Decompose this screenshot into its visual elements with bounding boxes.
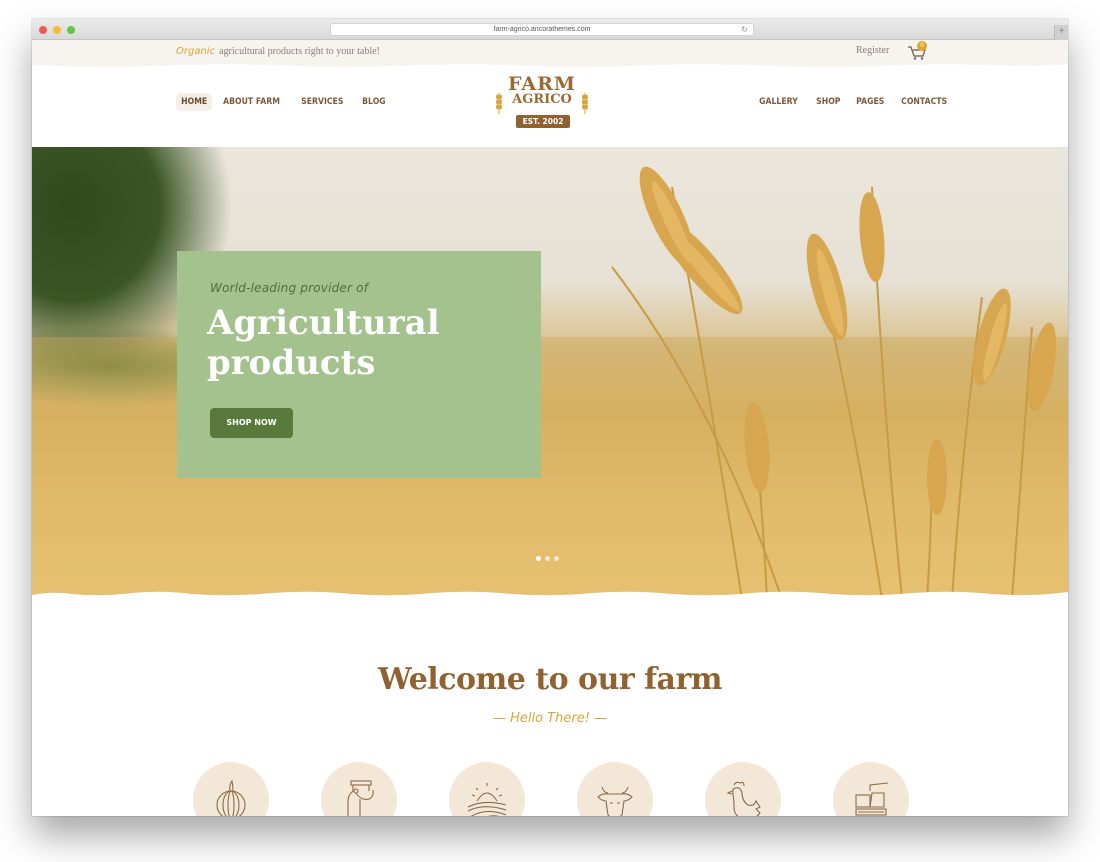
close-window-button[interactable] [39, 26, 47, 34]
zoom-window-button[interactable] [67, 26, 75, 34]
nav-home[interactable]: HOME [176, 93, 213, 111]
feature-icons-row [193, 762, 909, 816]
nav-about-farm[interactable]: ABOUT FARM [218, 93, 285, 111]
feature-machinery[interactable] [833, 762, 909, 816]
torn-edge-decoration [32, 591, 1068, 599]
nav-gallery[interactable]: GALLERY [754, 93, 803, 111]
tagline-highlight: Organic [176, 46, 216, 57]
register-link[interactable]: Register [856, 45, 889, 56]
nav-services[interactable]: SERVICES [296, 93, 349, 111]
address-bar[interactable]: farm-agrico.ancorathemes.com ↻ [330, 23, 754, 36]
new-tab-button[interactable]: + [1054, 25, 1068, 40]
shop-now-button[interactable]: SHOP NOW [210, 408, 293, 438]
reload-icon[interactable]: ↻ [741, 24, 748, 36]
torn-edge-decoration [32, 62, 1068, 67]
screen: farm-agrico.ancorathemes.com ↻ + Organic… [0, 0, 1100, 862]
cart-count-badge: 0 [917, 41, 927, 51]
logo-established-badge: EST. 2002 [516, 115, 570, 128]
hero-card: World-leading provider of Agricultural p… [177, 251, 541, 478]
feature-field[interactable] [449, 762, 525, 816]
hero-title-line-2: products [207, 343, 376, 383]
nav-contacts[interactable]: CONTACTS [896, 93, 952, 111]
harvester-icon [855, 782, 889, 816]
feature-pumpkin[interactable] [193, 762, 269, 816]
welcome-subtitle: — Hello There! — [492, 711, 608, 726]
window-controls [39, 26, 75, 34]
slide-dot-1[interactable] [536, 556, 541, 561]
feature-milk[interactable] [321, 762, 397, 816]
tagline-text: agricultural products right to your tabl… [219, 46, 380, 57]
slide-dot-3[interactable] [554, 556, 559, 561]
wheat-icon [496, 93, 502, 114]
sunrise-field-icon [467, 783, 507, 816]
hero-slider: World-leading provider of Agricultural p… [32, 147, 1068, 599]
cow-icon [597, 786, 633, 816]
slide-dot-2[interactable] [545, 556, 550, 561]
slider-pagination [536, 556, 559, 561]
welcome-title: Welcome to our farm [377, 662, 723, 697]
nav-pages[interactable]: PAGES [851, 93, 889, 111]
feature-cattle[interactable] [577, 762, 653, 816]
wheat-icon [582, 93, 588, 114]
site-logo[interactable]: FARM AGRICO EST. 2002 [492, 73, 592, 133]
wheat-stalks-image [611, 166, 1057, 599]
milk-can-icon [347, 780, 374, 816]
url-text: farm-agrico.ancorathemes.com [493, 26, 591, 33]
logo-agrico-text: AGRICO [512, 92, 572, 107]
pumpkin-icon [216, 779, 246, 816]
hero-kicker: World-leading provider of [210, 281, 369, 295]
main-nav-right: GALLERY SHOP PAGES CONTACTS [754, 93, 961, 111]
main-nav-left: HOME ABOUT FARM SERVICES BLOG [176, 93, 397, 111]
hero-title-line-1: Agricultural [207, 303, 440, 343]
minimize-window-button[interactable] [53, 26, 61, 34]
browser-window: farm-agrico.ancorathemes.com ↻ + Organic… [32, 19, 1068, 816]
rooster-icon [726, 781, 761, 816]
feature-poultry[interactable] [705, 762, 781, 816]
nav-blog[interactable]: BLOG [357, 93, 391, 111]
tagline: Organic agricultural products right to yo… [176, 46, 380, 57]
browser-toolbar: farm-agrico.ancorathemes.com ↻ + [32, 19, 1068, 40]
nav-shop[interactable]: SHOP [811, 93, 846, 111]
hero-title: Agricultural products [207, 303, 440, 383]
